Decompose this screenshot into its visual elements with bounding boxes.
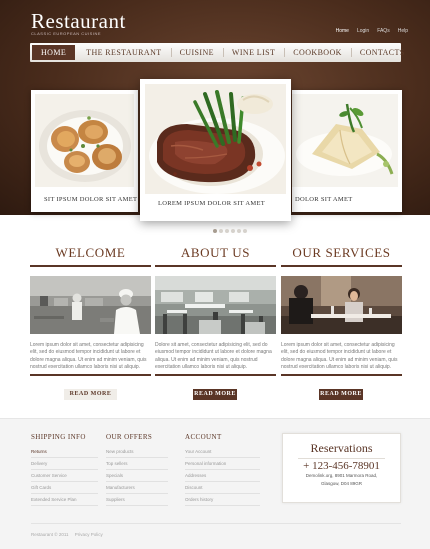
footer-divider xyxy=(31,523,401,524)
top-nav-faqs[interactable]: FAQs xyxy=(377,28,390,34)
slide-right-caption: DOLOR SIT AMET xyxy=(295,196,353,203)
slider-dot[interactable] xyxy=(231,229,235,233)
top-nav-home[interactable]: Home xyxy=(336,28,349,34)
footer-link[interactable]: Discount xyxy=(185,482,260,494)
top-nav-login[interactable]: Login xyxy=(357,28,369,34)
section-about-us: ABOUT US Dolore sit amet, consectetur ad… xyxy=(155,241,276,377)
footer-account-title: ACCOUNT xyxy=(185,433,222,441)
footer-link[interactable]: Returns xyxy=(31,446,98,458)
slider-dot[interactable] xyxy=(243,229,247,233)
section-services-title: OUR SERVICES xyxy=(281,241,402,267)
top-nav-help[interactable]: Help xyxy=(398,28,408,34)
footer-link[interactable]: Orders history xyxy=(185,494,260,506)
section-welcome: WELCOME Lorem ipsum dolor sit amet, cons… xyxy=(30,241,151,377)
footer-copyright-row: Restaurant © 2011 Privacy Policy xyxy=(31,532,103,537)
footer-link[interactable]: Specials xyxy=(106,470,168,482)
site-tagline: CLASSIC EUROPEAN CUISINE xyxy=(31,31,102,36)
reservations-box: Reservations + 123-456-78901 Demolink.or… xyxy=(282,433,401,503)
slider-pagination xyxy=(213,229,247,233)
reservations-title: Reservations xyxy=(298,441,385,459)
reservations-phone: + 123-456-78901 xyxy=(303,460,380,472)
services-image xyxy=(281,276,402,334)
section-about-title: ABOUT US xyxy=(155,241,276,267)
about-image xyxy=(155,276,276,334)
footer-offers-title: OUR OFFERS xyxy=(106,433,153,441)
slide-right-image xyxy=(292,94,398,187)
slide-center-caption: LOREM IPSUM DOLOR SIT AMET xyxy=(158,200,265,207)
about-read-more-button[interactable]: READ MORE xyxy=(193,389,237,400)
section-services-text: Lorem ipsum dolor sit amet, consectetur … xyxy=(281,342,398,370)
slide-right[interactable]: DOLOR SIT AMET xyxy=(292,90,402,212)
section-welcome-title: WELCOME xyxy=(30,241,151,267)
reservations-address-line2: Glasgow, D04 89GR xyxy=(320,480,363,486)
footer-link[interactable]: New products xyxy=(106,446,168,458)
slide-center-image xyxy=(145,84,286,194)
section-welcome-text: Lorem ipsum dolor sit amet, consectetur … xyxy=(30,342,147,370)
footer-link[interactable]: Manufacturers xyxy=(106,482,168,494)
section-about-text: Dolore sit amet, consectetur adipisicing… xyxy=(155,342,272,370)
slide-left[interactable]: SIT IPSUM DOLOR SIT AMET xyxy=(31,90,138,212)
footer-offers: OUR OFFERS New products Top sellers Spec… xyxy=(106,433,168,506)
nav-contacts[interactable]: CONTACTS xyxy=(350,45,414,60)
footer-shipping-title: SHIPPING INFO xyxy=(31,433,86,441)
slider-dot[interactable] xyxy=(219,229,223,233)
nav-cuisine[interactable]: CUISINE xyxy=(170,45,223,60)
services-read-more-button[interactable]: READ MORE xyxy=(319,389,363,400)
footer-account: ACCOUNT Your Account Personal informatio… xyxy=(185,433,260,506)
welcome-image xyxy=(30,276,151,334)
site-footer: SHIPPING INFO Returns Delivery Customer … xyxy=(0,418,430,549)
section-welcome-divider xyxy=(30,374,151,377)
footer-link[interactable]: Addresses xyxy=(185,470,260,482)
privacy-policy-link[interactable]: Privacy Policy xyxy=(75,532,103,537)
footer-link[interactable]: Gift Cards xyxy=(31,482,98,494)
main-nav: HOME THE RESTAURANT CUISINE WINE LIST CO… xyxy=(30,43,404,62)
welcome-read-more-button[interactable]: READ MORE xyxy=(64,389,117,400)
nav-the-restaurant[interactable]: THE RESTAURANT xyxy=(77,45,170,60)
slide-left-caption: SIT IPSUM DOLOR SIT AMET xyxy=(44,196,138,203)
footer-link[interactable]: Delivery xyxy=(31,458,98,470)
footer-link[interactable]: Customer Service xyxy=(31,470,98,482)
footer-link[interactable]: Top sellers xyxy=(106,458,168,470)
nav-cookbook[interactable]: COOKBOOK xyxy=(284,45,351,60)
nav-wine-list[interactable]: WINE LIST xyxy=(222,45,284,60)
slide-center[interactable]: LOREM IPSUM DOLOR SIT AMET xyxy=(140,79,291,221)
reservations-address-line1: Demolink.org, 8901 Marmora Road, xyxy=(305,473,378,478)
footer-link[interactable]: Your Account xyxy=(185,446,260,458)
slide-left-image xyxy=(35,94,134,187)
slider-dot[interactable] xyxy=(237,229,241,233)
nav-home[interactable]: HOME xyxy=(32,45,76,60)
top-nav: Home Login FAQs Help xyxy=(336,28,408,34)
footer-link[interactable]: Personal information xyxy=(185,458,260,470)
footer-link[interactable]: Suppliers xyxy=(106,494,168,506)
footer-link[interactable]: Extended Service Plan xyxy=(31,494,98,506)
copyright-text: Restaurant © 2011 xyxy=(31,532,69,537)
slider-dot[interactable] xyxy=(225,229,229,233)
slider-dot[interactable] xyxy=(213,229,217,233)
section-about-divider xyxy=(155,374,276,377)
section-services-divider xyxy=(281,374,402,377)
footer-shipping: SHIPPING INFO Returns Delivery Customer … xyxy=(31,433,98,506)
section-our-services: OUR SERVICES Lorem ipsum dolor sit amet,… xyxy=(281,241,402,377)
